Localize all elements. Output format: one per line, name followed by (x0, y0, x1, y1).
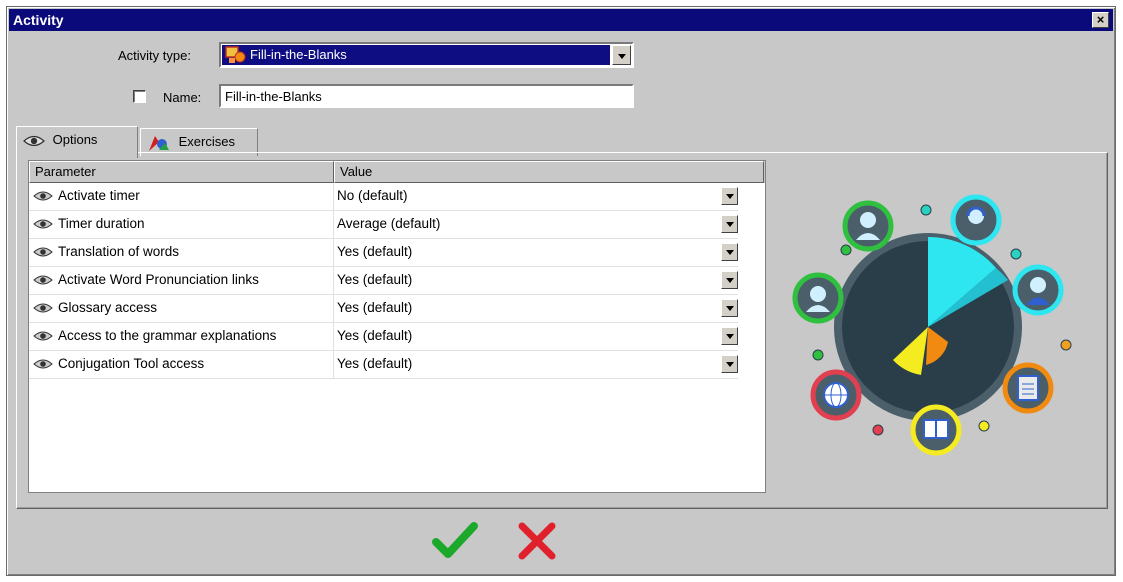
cancel-button[interactable] (512, 518, 562, 564)
value-cell[interactable]: Yes (default) (334, 351, 738, 379)
activity-type-icon (225, 46, 246, 63)
eye-icon (33, 303, 53, 313)
eye-icon (33, 191, 53, 201)
eye-icon (33, 219, 53, 229)
parameter-name: Activate Word Pronunciation links (58, 272, 259, 287)
parameter-name: Activate timer (58, 188, 140, 203)
parameter-name: Conjugation Tool access (58, 356, 205, 371)
grid-rows: Activate timer No (default) Timer durati… (29, 183, 765, 379)
title-bar: Activity × (9, 9, 1113, 31)
table-row[interactable]: Glossary access Yes (default) (29, 295, 765, 323)
cross-icon (518, 522, 556, 560)
parameter-value: Average (default) (337, 216, 441, 231)
table-row[interactable]: Activate Word Pronunciation links Yes (d… (29, 267, 765, 295)
activity-type-selected: Fill-in-the-Blanks (222, 45, 610, 65)
activity-type-value: Fill-in-the-Blanks (250, 47, 347, 62)
parameter-cell: Translation of words (29, 239, 334, 267)
value-dropdown-button[interactable] (721, 327, 738, 345)
eye-icon (33, 331, 53, 341)
eye-icon (33, 275, 53, 285)
close-button[interactable]: × (1092, 12, 1109, 28)
listener-icon (792, 272, 844, 324)
parameter-cell: Activate timer (29, 183, 334, 211)
eye-icon (23, 135, 45, 146)
parameter-name: Access to the grammar explanations (58, 328, 277, 343)
student-icon (1012, 264, 1064, 316)
activity-type-select[interactable]: Fill-in-the-Blanks (219, 42, 634, 68)
value-dropdown-button[interactable] (721, 355, 738, 373)
parameter-value: No (default) (337, 188, 408, 203)
table-row[interactable]: Conjugation Tool access Yes (default) (29, 351, 765, 379)
value-cell[interactable]: Yes (default) (334, 295, 738, 323)
value-dropdown-button[interactable] (721, 299, 738, 317)
parameter-name: Glossary access (58, 300, 158, 315)
parameter-name: Timer duration (58, 216, 145, 231)
value-dropdown-button[interactable] (721, 243, 738, 261)
value-dropdown-button[interactable] (721, 215, 738, 233)
tab-options[interactable]: Options (16, 126, 138, 158)
activity-type-label: Activity type: (118, 48, 191, 63)
grid-header: Parameter Value (29, 161, 765, 183)
teacher-icon (842, 200, 894, 252)
value-cell[interactable]: Yes (default) (334, 267, 738, 295)
eye-icon (33, 247, 53, 257)
parameter-cell: Access to the grammar explanations (29, 323, 334, 351)
value-cell[interactable]: Yes (default) (334, 239, 738, 267)
exercises-icon (149, 135, 169, 151)
parameter-name: Translation of words (58, 244, 180, 259)
eye-icon (33, 359, 53, 369)
name-input[interactable] (219, 84, 634, 108)
tab-options-label: Options (52, 132, 98, 147)
parameter-value: Yes (default) (337, 328, 413, 343)
table-row[interactable]: Access to the grammar explanations Yes (… (29, 323, 765, 351)
value-dropdown-button[interactable] (721, 271, 738, 289)
window-title: Activity (13, 12, 64, 28)
parameter-value: Yes (default) (337, 244, 413, 259)
parameter-cell: Glossary access (29, 295, 334, 323)
activity-type-dropdown-button[interactable] (612, 45, 631, 65)
table-row[interactable]: Translation of words Yes (default) (29, 239, 765, 267)
value-cell[interactable]: Yes (default) (334, 323, 738, 351)
parameter-cell: Timer duration (29, 211, 334, 239)
value-dropdown-button[interactable] (721, 187, 738, 205)
parameter-value: Yes (default) (337, 356, 413, 371)
table-row[interactable]: Activate timer No (default) (29, 183, 765, 211)
value-cell[interactable]: No (default) (334, 183, 738, 211)
headset-icon (950, 194, 1002, 246)
table-row[interactable]: Timer duration Average (default) (29, 211, 765, 239)
name-label: Name: (163, 90, 202, 105)
tab-exercises-label: Exercises (178, 134, 235, 149)
checkmark-icon (432, 522, 478, 558)
parameter-grid: Parameter Value Activate timer No (defau… (28, 160, 766, 493)
name-checkbox[interactable] (133, 90, 146, 103)
parameter-cell: Activate Word Pronunciation links (29, 267, 334, 295)
column-header-parameter[interactable]: Parameter (29, 161, 334, 183)
column-header-value[interactable]: Value (334, 161, 764, 183)
document-icon (1002, 362, 1054, 414)
globe-icon (810, 369, 862, 421)
ok-button[interactable] (430, 518, 480, 564)
value-cell[interactable]: Average (default) (334, 211, 738, 239)
book-icon (910, 404, 962, 456)
parameter-cell: Conjugation Tool access (29, 351, 334, 379)
activity-illustration (792, 194, 1072, 456)
parameter-value: Yes (default) (337, 272, 413, 287)
parameter-value: Yes (default) (337, 300, 413, 315)
